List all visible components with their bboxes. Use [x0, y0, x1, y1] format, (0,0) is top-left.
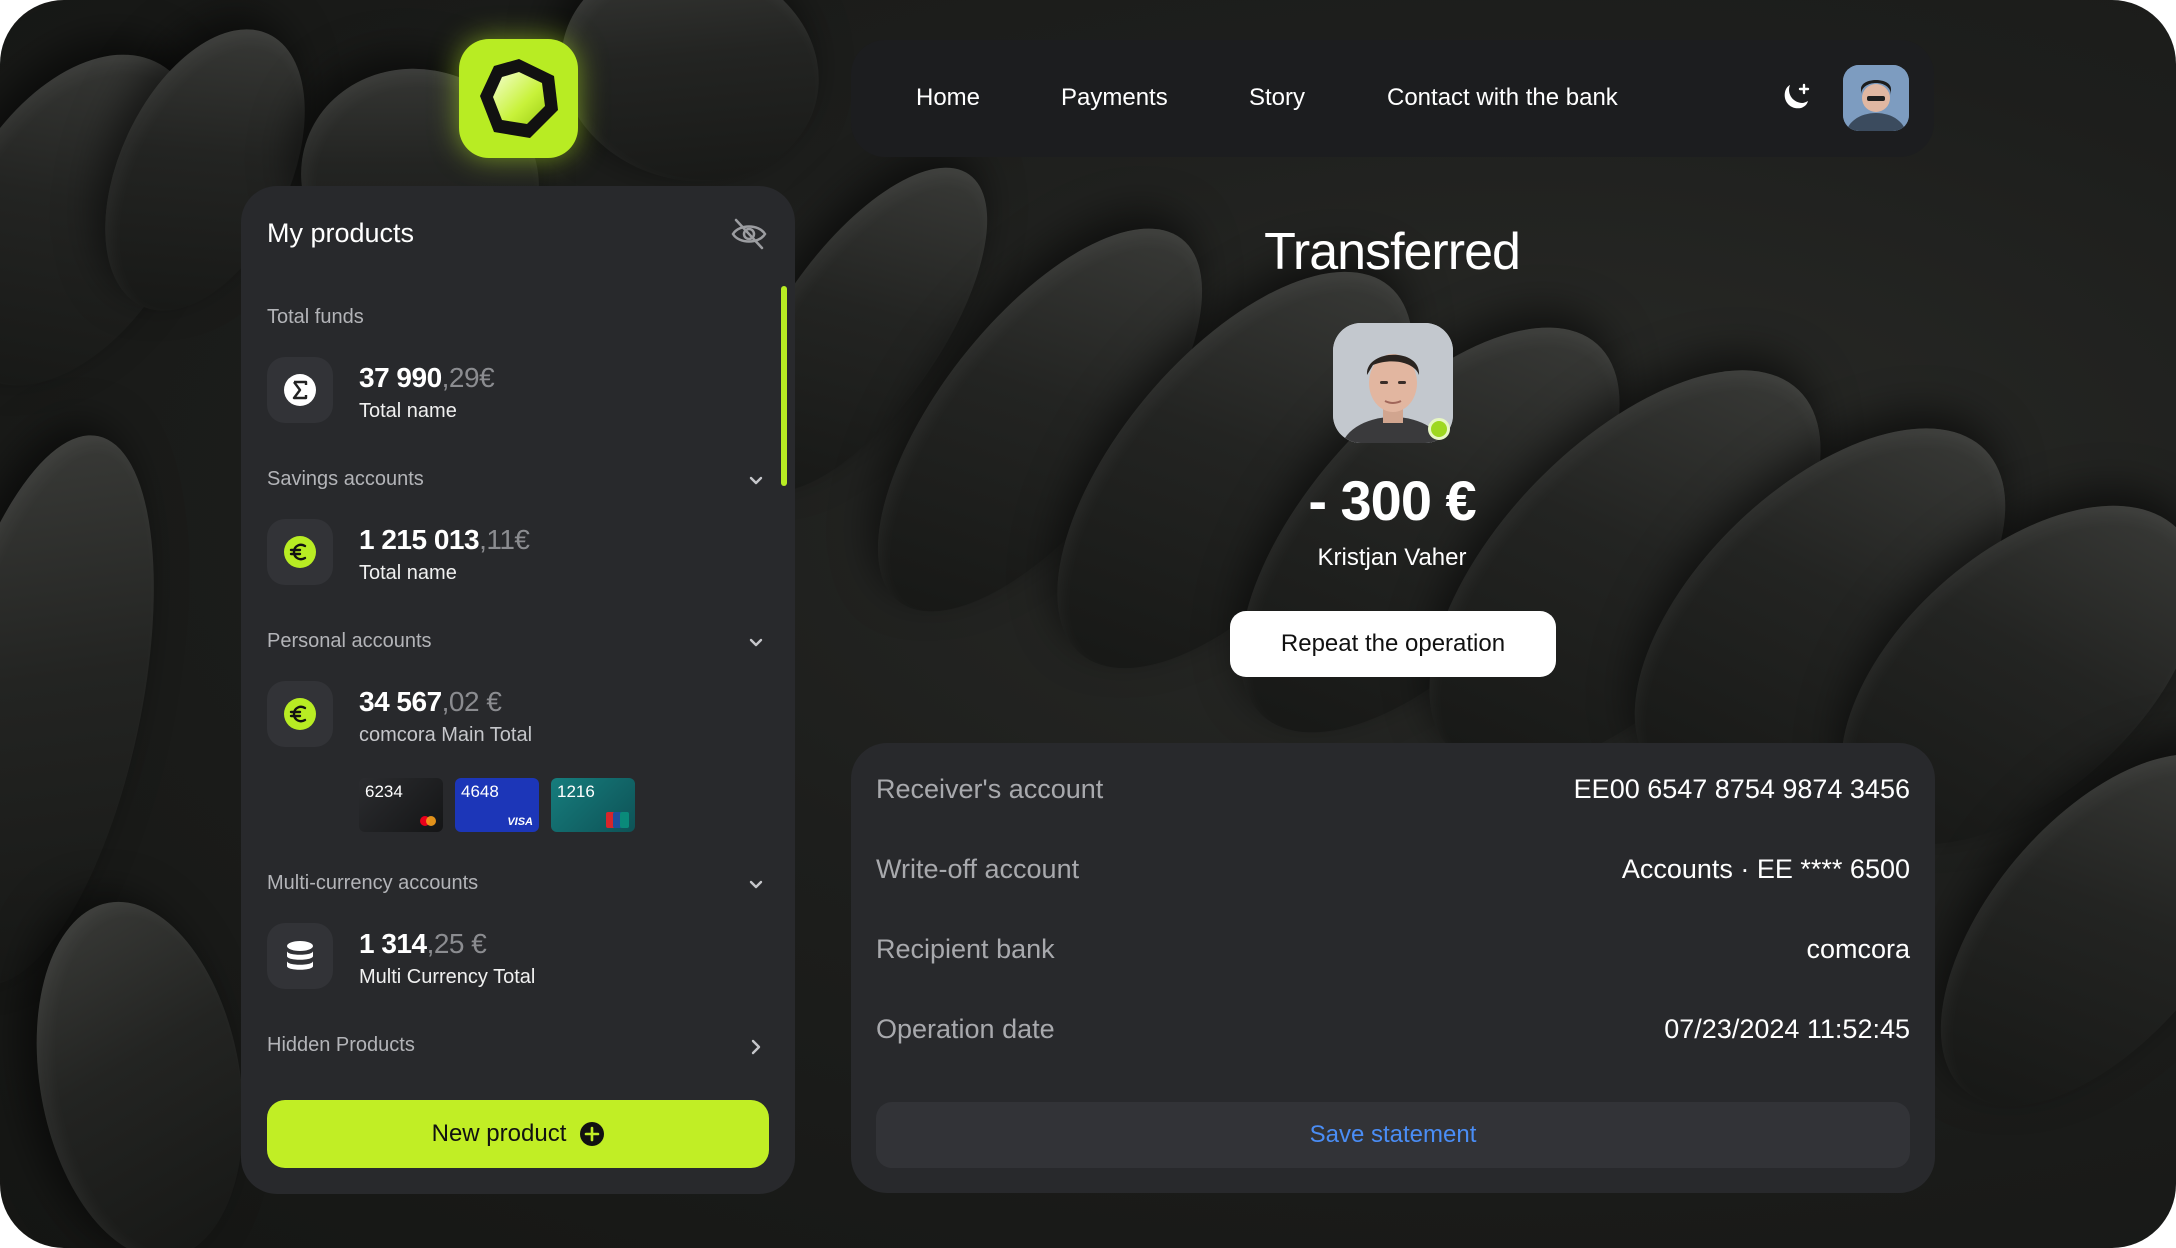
repeat-operation-button[interactable]: Repeat the operation	[1230, 611, 1556, 677]
transfer-status-title: Transferred	[1264, 223, 1521, 281]
section-savings[interactable]: Savings accounts	[267, 468, 424, 491]
nav-home[interactable]: Home	[916, 84, 980, 112]
total-funds-amount: 37 990,29€	[359, 362, 495, 394]
card-number: 1216	[557, 782, 595, 801]
amount-decimal: ,29€	[441, 362, 495, 393]
my-products-panel: My products Total funds 37 990,29€ Total…	[241, 186, 795, 1194]
nav-story[interactable]: Story	[1249, 84, 1305, 112]
hide-eye-icon[interactable]	[729, 214, 769, 254]
euro-icon	[267, 519, 333, 585]
chevron-right-icon[interactable]	[745, 1036, 767, 1058]
detail-row-write-off: Write-off account Accounts · EE **** 650…	[876, 851, 1910, 887]
nav-contact-bank[interactable]: Contact with the bank	[1387, 84, 1618, 112]
amount-decimal: ,11€	[479, 524, 530, 555]
new-product-label: New product	[431, 1120, 567, 1147]
moon-icon[interactable]	[1775, 78, 1815, 118]
section-multi-currency[interactable]: Multi-currency accounts	[267, 872, 478, 895]
chevron-down-icon[interactable]	[745, 874, 767, 896]
multi-amount[interactable]: 1 314,25 €	[359, 928, 487, 960]
new-product-button[interactable]: New product	[267, 1100, 769, 1168]
plus-circle-icon	[580, 1122, 605, 1146]
detail-row-date: Operation date 07/23/2024 11:52:45	[876, 1011, 1910, 1047]
multi-name: Multi Currency Total	[359, 966, 536, 988]
detail-value: comcora	[1806, 933, 1910, 964]
amount-decimal: ,02 €	[441, 686, 502, 717]
user-avatar[interactable]	[1843, 65, 1909, 131]
detail-label: Recipient bank	[876, 933, 1055, 964]
card-mastercard[interactable]: 6234	[359, 778, 443, 832]
amount-integer: 1 314	[359, 928, 427, 959]
card-unionpay[interactable]: 1216	[551, 778, 635, 832]
background-shape	[535, 0, 845, 210]
recipient-name: Kristjan Vaher	[1317, 544, 1467, 571]
detail-value: 07/23/2024 11:52:45	[1664, 1013, 1910, 1044]
personal-name: comcora Main Total	[359, 724, 533, 746]
app-logo[interactable]	[459, 39, 578, 158]
panel-title: My products	[267, 218, 415, 248]
hidden-products-link[interactable]: Hidden Products	[267, 1034, 415, 1057]
detail-row-bank: Recipient bank comcora	[876, 931, 1910, 967]
detail-label: Receiver's account	[876, 773, 1104, 804]
chevron-down-icon[interactable]	[745, 632, 767, 654]
transfer-amount: - 300 €	[1308, 469, 1476, 532]
database-icon	[267, 923, 333, 989]
section-personal[interactable]: Personal accounts	[267, 630, 432, 653]
amount-decimal: ,25 €	[426, 928, 487, 959]
amount-integer: 34 567	[359, 686, 442, 717]
app-window: My products Total funds 37 990,29€ Total…	[0, 0, 2176, 1248]
logo-mark-icon	[479, 58, 558, 138]
transfer-details-panel: Receiver's account EE00 6547 8754 9874 3…	[851, 743, 1935, 1193]
amount-integer: 37 990	[359, 362, 442, 393]
unionpay-icon	[606, 812, 629, 828]
personal-amount[interactable]: 34 567,02 €	[359, 686, 502, 718]
sigma-icon	[267, 357, 333, 423]
visa-icon: VISA	[507, 816, 533, 828]
detail-value: EE00 6547 8754 9874 3456	[1573, 773, 1910, 804]
save-statement-button[interactable]: Save statement	[876, 1102, 1910, 1168]
amount-integer: 1 215 013	[359, 524, 480, 555]
top-navigation: Home Payments Story Contact with the ban…	[851, 40, 1934, 157]
detail-value: Accounts · EE **** 6500	[1621, 853, 1910, 884]
total-funds-name: Total name	[359, 400, 457, 422]
euro-icon	[267, 681, 333, 747]
card-number: 6234	[365, 782, 403, 801]
mastercard-icon	[420, 816, 436, 826]
detail-label: Write-off account	[876, 853, 1080, 884]
nav-payments[interactable]: Payments	[1061, 84, 1168, 112]
detail-label: Operation date	[876, 1013, 1055, 1044]
scrollbar[interactable]	[781, 286, 787, 486]
chevron-down-icon[interactable]	[745, 470, 767, 492]
card-visa[interactable]: 4648 VISA	[455, 778, 539, 832]
online-status-badge	[1428, 418, 1450, 440]
savings-amount[interactable]: 1 215 013,11€	[359, 524, 530, 556]
card-number: 4648	[461, 782, 499, 801]
section-total-funds: Total funds	[267, 306, 364, 328]
detail-row-receiver: Receiver's account EE00 6547 8754 9874 3…	[876, 771, 1910, 807]
savings-name: Total name	[359, 562, 457, 584]
